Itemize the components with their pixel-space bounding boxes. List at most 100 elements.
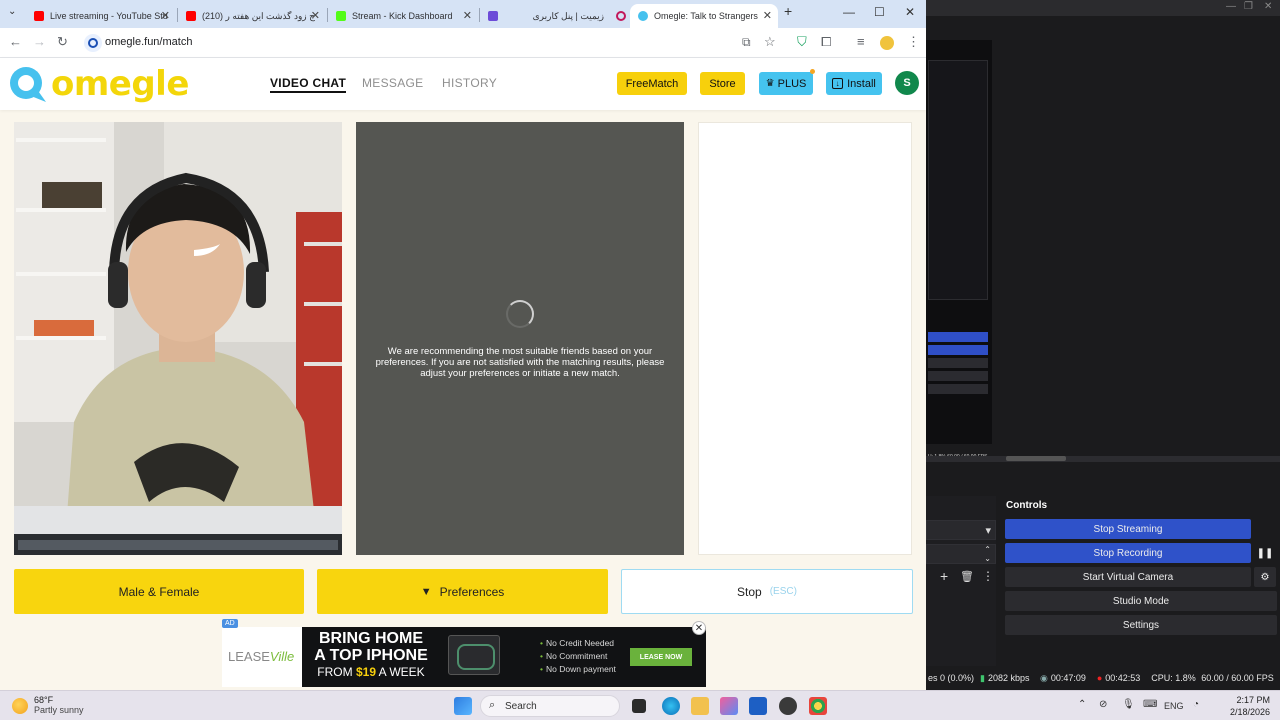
obs-minimize-icon[interactable]: — (1226, 1, 1236, 12)
nav-history[interactable]: HISTORY (442, 76, 497, 90)
tab-strip: ⌄ Live streaming - YouTube Stu ✕ (210) ج… (0, 0, 926, 28)
zimit-icon (488, 11, 498, 21)
obs-dock-select[interactable]: ▾ (926, 520, 996, 540)
settings-button[interactable]: Settings (1005, 615, 1277, 635)
stream-time: 00:47:09 (1050, 673, 1086, 683)
ad-price-suffix: A WEEK (376, 665, 425, 679)
network-off-icon[interactable]: ⊘ (1099, 699, 1107, 710)
bookmark-star-icon[interactable]: ☆ (764, 34, 776, 50)
new-tab-button[interactable]: + (784, 3, 792, 19)
obs-scrollbar[interactable] (1006, 456, 1066, 461)
obs-mini-row (928, 345, 988, 355)
obs-dock-spinbox[interactable]: ⌃ ⌄ (926, 544, 996, 564)
gear-icon[interactable]: ⚙ (1254, 567, 1276, 587)
task-view-icon[interactable] (632, 699, 646, 713)
wifi-icon[interactable]: ◔ (1193, 699, 1199, 710)
close-window-icon[interactable]: ✕ (905, 5, 915, 19)
browser-toolbar: ← → ↻ omegle.fun/match ⧉ ☆ ⛉ ⧠ ≡ ⋮ (0, 28, 926, 58)
user-avatar[interactable]: S (895, 71, 919, 95)
store-button[interactable]: Store (700, 72, 745, 95)
weather-temp: 68°F (34, 695, 54, 705)
tab-zimit[interactable]: زیمیت | پنل کاربری (480, 4, 628, 28)
extensions-icon[interactable]: ⧠ (821, 34, 831, 50)
weather-widget[interactable]: 68°F Partly sunny (12, 695, 84, 716)
stop-streaming-button[interactable]: Stop Streaming (1005, 519, 1251, 539)
add-icon[interactable]: + (940, 568, 948, 584)
tab-omegle[interactable]: Omegle: Talk to Strangers ✕ (630, 4, 778, 28)
freematch-button[interactable]: FreeMatch (617, 72, 687, 95)
taskbar-search[interactable]: ⌕ Search (480, 695, 620, 717)
obs-close-icon[interactable]: ✕ (1264, 1, 1272, 12)
install-app-icon[interactable]: ⧉ (742, 35, 751, 50)
stop-button[interactable]: Stop (ESC) (621, 569, 913, 614)
store-app-icon[interactable] (749, 697, 767, 715)
obs-preview-thumb (928, 60, 988, 300)
edge-icon[interactable] (662, 697, 680, 715)
keyboard-icon[interactable]: ⌨ (1143, 699, 1157, 710)
obs-maximize-icon[interactable]: ❐ (1244, 1, 1253, 12)
studio-mode-button[interactable]: Studio Mode (1005, 591, 1277, 611)
gender-filter-button[interactable]: Male & Female (14, 569, 304, 614)
ad-headline: BRING HOME A TOP IPHONE (314, 630, 428, 664)
omegle-logo-icon (10, 67, 46, 102)
nav-message[interactable]: MESSAGE (362, 76, 423, 90)
omegle-icon (638, 11, 648, 21)
ad-bullet: No Credit Needed (540, 638, 614, 648)
obs-divider (926, 456, 1280, 462)
tab-kick-dashboard[interactable]: Stream - Kick Dashboard ✕ (328, 4, 478, 28)
stop-shortcut-hint: (ESC) (769, 586, 797, 597)
site-header: omegle VIDEO CHAT MESSAGE HISTORY FreeMa… (0, 58, 926, 110)
back-icon[interactable]: ← (9, 34, 22, 49)
start-icon[interactable] (454, 697, 472, 715)
preferences-label: Preferences (439, 584, 505, 599)
close-tab-icon[interactable]: ✕ (763, 9, 772, 22)
trash-icon[interactable]: 🗑 (960, 570, 974, 583)
advertisement-banner[interactable]: AD LEASEVille BRING HOME A TOP IPHONE FR… (222, 619, 706, 687)
pause-recording-icon[interactable]: ❚❚ (1254, 543, 1276, 563)
minimize-icon[interactable]: — (843, 5, 855, 19)
file-explorer-icon[interactable] (691, 697, 709, 715)
signal-icon: ▮ (980, 672, 985, 683)
install-button[interactable]: ↓ Install (826, 72, 882, 95)
ad-cta-button[interactable]: LEASE NOW (630, 648, 692, 666)
close-tab-icon[interactable]: ✕ (463, 9, 472, 22)
site-info-icon[interactable] (84, 34, 102, 52)
omegle-logo[interactable]: omegle (6, 64, 189, 104)
more-icon[interactable]: ⋮ (982, 569, 994, 583)
chat-panel (698, 122, 912, 555)
tab-title: (210) ج زود گذشت این هفته ر (202, 10, 315, 21)
forward-icon[interactable]: → (33, 34, 46, 49)
tab-youtube-studio[interactable]: Live streaming - YouTube Stu ✕ (26, 4, 176, 28)
menu-icon[interactable]: ⋮ (907, 34, 920, 50)
download-icon: ↓ (832, 78, 844, 89)
close-ad-icon[interactable]: ✕ (692, 621, 706, 635)
microphone-icon[interactable]: 🎙 (1122, 699, 1135, 710)
obs-taskbar-icon[interactable] (779, 697, 797, 715)
language-indicator[interactable]: ENG (1164, 701, 1184, 711)
windows-taskbar: 68°F Partly sunny ⌕ Search ⌃ ⊘ 🎙 ⌨ ENG ◔… (0, 690, 1280, 720)
plus-button[interactable]: ♛ PLUS (759, 72, 813, 95)
profile-icon[interactable] (880, 36, 894, 50)
vpn-extension-icon[interactable]: ⛉ (797, 34, 807, 50)
stop-recording-button[interactable]: Stop Recording (1005, 543, 1251, 563)
ad-price-prefix: FROM (317, 665, 356, 679)
nav-video-chat[interactable]: VIDEO CHAT (270, 76, 347, 93)
address-bar[interactable]: omegle.fun/match ⧉ ☆ (80, 31, 776, 55)
chrome-taskbar-icon[interactable] (809, 697, 827, 715)
system-clock[interactable]: 2:17 PM 2/18/2026 (1220, 694, 1270, 718)
tray-overflow-icon[interactable]: ⌃ (1078, 699, 1086, 710)
start-virtual-camera-button[interactable]: Start Virtual Camera (1005, 567, 1251, 587)
close-tab-icon[interactable]: ✕ (311, 9, 320, 22)
dropped-frames: es 0 (0.0%) (928, 673, 975, 683)
obs-titlebar: — ❐ ✕ (926, 0, 1280, 16)
tab-search-icon[interactable]: ⌄ (8, 6, 16, 17)
reload-icon[interactable]: ↻ (57, 34, 68, 50)
close-tab-icon[interactable]: ✕ (161, 9, 170, 22)
copilot-icon[interactable] (720, 697, 738, 715)
preferences-button[interactable]: ▼ Preferences (317, 569, 608, 614)
fps: 60.00 / 60.00 FPS (1201, 673, 1274, 683)
stop-label: Stop (737, 584, 762, 599)
tab-youtube-video[interactable]: (210) ج زود گذشت این هفته ر ✕ (178, 4, 326, 28)
maximize-icon[interactable]: ☐ (874, 5, 885, 19)
reading-list-icon[interactable]: ≡ (857, 34, 865, 49)
